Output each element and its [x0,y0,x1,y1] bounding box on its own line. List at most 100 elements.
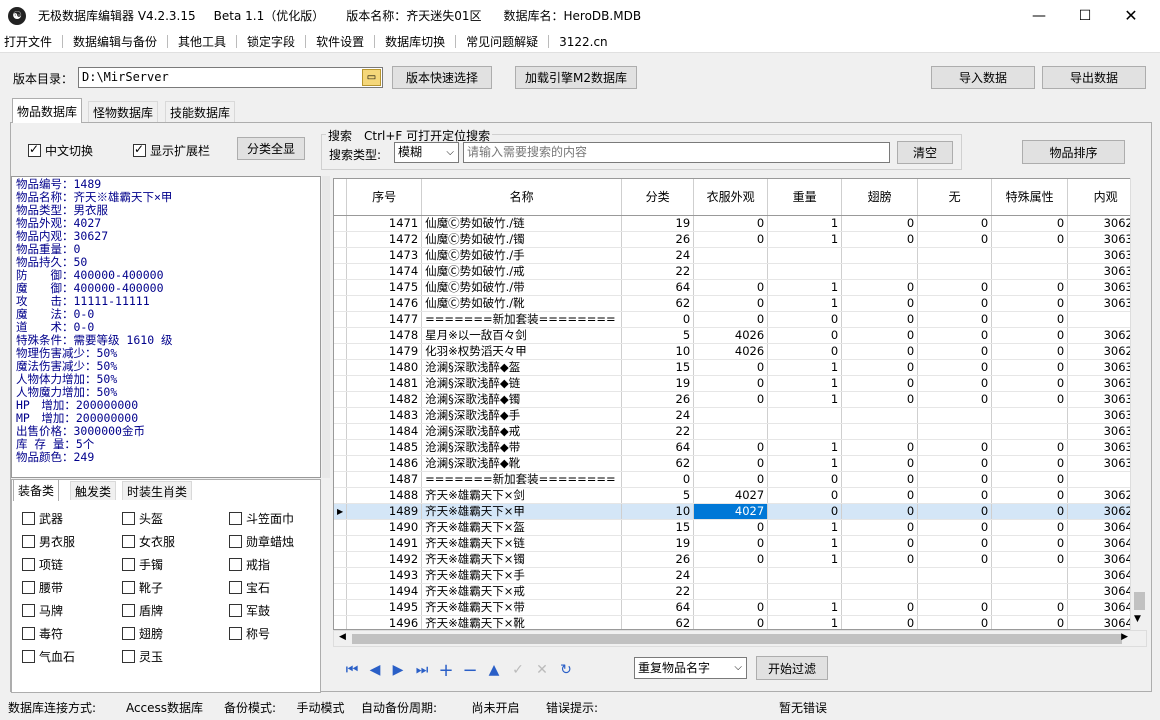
table-cell[interactable]: 0 [841,279,919,296]
scroll-right-icon[interactable]: ▶ [1121,632,1128,642]
table-cell[interactable]: 0 [693,279,769,296]
table-cell[interactable]: 0 [917,471,993,488]
table-cell[interactable]: 1494 [346,583,423,600]
menu-lock-fields[interactable]: 锁定字段 [237,33,305,50]
table-cell[interactable]: 0 [917,215,993,232]
category-checkbox[interactable]: 戒指 [229,556,270,573]
quick-select-button[interactable]: 版本快速选择 [392,66,492,89]
table-cell[interactable]: =======新加套装======== [421,471,623,488]
table-cell[interactable]: 0 [917,487,993,504]
table-cell[interactable]: 1493 [346,567,423,584]
table-cell[interactable]: 1485 [346,439,423,456]
table-cell[interactable]: 仙魔Ⓒ势如破竹./链 [421,215,623,232]
table-cell[interactable]: 64 [621,279,695,296]
table-cell[interactable]: 4026 [693,343,769,360]
table-cell[interactable]: 0 [917,599,993,616]
table-cell[interactable]: 62 [621,455,695,472]
table-row[interactable]: 1481 沧澜§深歌浅醉◆链 19 0 1 0 0 0 30635 [334,375,1145,392]
table-cell[interactable] [767,263,843,280]
table-cell[interactable]: 22 [621,263,695,280]
table-cell[interactable]: 0 [991,551,1069,568]
table-row[interactable]: 1496 齐天※雄霸天下×靴 62 0 1 0 0 0 30640 [334,615,1145,629]
table-cell[interactable]: 0 [841,327,919,344]
table-cell[interactable]: 0 [991,295,1069,312]
table-cell[interactable]: 0 [991,471,1069,488]
maximize-button[interactable]: ☐ [1062,0,1108,31]
table-cell[interactable]: 1 [767,375,843,392]
table-cell[interactable] [767,567,843,584]
minimize-button[interactable]: — [1016,0,1062,31]
column-header[interactable]: 衣服外观 [693,179,769,216]
category-checkbox[interactable]: 男衣服 [22,533,75,550]
column-header[interactable]: 特殊属性 [991,179,1069,216]
table-cell[interactable]: 沧澜§深歌浅醉◆盔 [421,359,623,376]
table-cell[interactable]: 齐天※雄霸天下×带 [421,599,623,616]
table-cell[interactable] [693,567,769,584]
table-cell[interactable] [917,247,993,264]
table-row[interactable]: 1495 齐天※雄霸天下×带 64 0 1 0 0 0 30645 [334,599,1145,616]
category-checkbox[interactable]: 靴子 [122,579,163,596]
table-cell[interactable]: 0 [621,311,695,328]
table-cell[interactable]: 1480 [346,359,423,376]
table-cell[interactable]: 0 [841,231,919,248]
table-cell[interactable]: =======新加套装======== [421,311,623,328]
table-cell[interactable]: 0 [841,439,919,456]
table-cell[interactable] [693,407,769,424]
table-row[interactable]: 1476 仙魔Ⓒ势如破竹./靴 62 0 1 0 0 0 30631 [334,295,1145,312]
table-cell[interactable]: 4027 [693,487,769,504]
table-cell[interactable]: 0 [991,327,1069,344]
table-cell[interactable]: 0 [917,519,993,536]
table-cell[interactable]: 0 [841,295,919,312]
cat-tab-trigger[interactable]: 触发类 [70,481,117,500]
menu-faq[interactable]: 常见问题解疑 [456,33,548,50]
table-cell[interactable]: 0 [693,455,769,472]
table-cell[interactable]: 5 [621,487,695,504]
table-cell[interactable] [767,407,843,424]
cat-tab-fashion[interactable]: 时装生肖类 [122,481,193,500]
table-cell[interactable]: 0 [693,359,769,376]
table-cell[interactable]: 19 [621,215,695,232]
table-row[interactable]: 1490 齐天※雄霸天下×盔 15 0 1 0 0 0 30642 [334,519,1145,536]
table-cell[interactable]: 1489 [346,503,423,520]
table-cell[interactable]: 1492 [346,551,423,568]
category-checkbox[interactable]: 勋章蜡烛 [229,533,294,550]
table-cell[interactable]: 62 [621,295,695,312]
table-cell[interactable]: 齐天※雄霸天下×镯 [421,551,623,568]
table-cell[interactable]: 1 [767,359,843,376]
table-cell[interactable]: 0 [991,487,1069,504]
table-cell[interactable]: 齐天※雄霸天下×盔 [421,519,623,536]
table-cell[interactable] [841,583,919,600]
category-checkbox[interactable]: 斗笠面巾 [229,510,294,527]
table-cell[interactable]: 1473 [346,247,423,264]
table-cell[interactable]: 0 [693,231,769,248]
table-row[interactable]: 1472 仙魔Ⓒ势如破竹./镯 26 0 1 0 0 0 30630 [334,231,1145,248]
table-cell[interactable]: 齐天※雄霸天下×剑 [421,487,623,504]
table-cell[interactable]: 0 [841,615,919,629]
import-button[interactable]: 导入数据 [931,66,1035,89]
table-cell[interactable]: 0 [991,439,1069,456]
table-cell[interactable] [693,247,769,264]
table-cell[interactable]: 64 [621,599,695,616]
category-checkbox[interactable]: 马牌 [22,602,63,619]
table-cell[interactable]: 22 [621,583,695,600]
table-cell[interactable]: 1474 [346,263,423,280]
table-cell[interactable]: 仙魔Ⓒ势如破竹./带 [421,279,623,296]
table-cell[interactable]: 15 [621,359,695,376]
first-record-icon[interactable]: ⏮ [343,662,361,678]
menu-open-file[interactable]: 打开文件 [0,33,62,50]
table-row[interactable]: 1493 齐天※雄霸天下×手 24 30643 [334,567,1145,584]
table-cell[interactable]: 0 [917,503,993,520]
table-cell[interactable]: 0 [693,311,769,328]
prior-record-icon[interactable]: ◀ [366,662,384,678]
table-row[interactable]: 1487=======新加套装========0000000 [334,471,1145,488]
table-row[interactable]: ▶ 1489 齐天※雄霸天下×甲 10 4027 0 0 0 0 30627 [334,503,1145,520]
table-cell[interactable]: 1479 [346,343,423,360]
table-cell[interactable]: 0 [917,311,993,328]
table-cell[interactable]: 1 [767,215,843,232]
table-cell[interactable] [917,407,993,424]
chinese-switch-checkbox[interactable]: 中文切换 [28,142,93,159]
table-cell[interactable]: 0 [841,599,919,616]
table-cell[interactable]: 26 [621,231,695,248]
table-cell[interactable] [917,567,993,584]
table-cell[interactable]: 1478 [346,327,423,344]
